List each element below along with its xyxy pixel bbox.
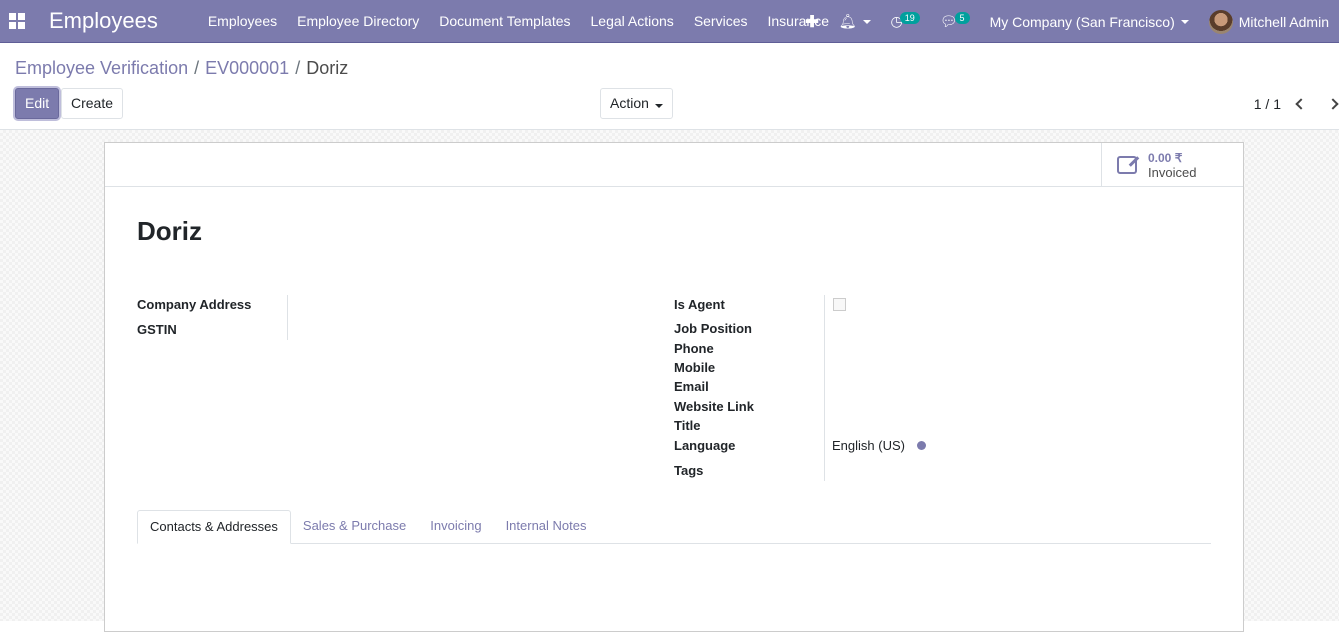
apps-menu-icon[interactable]: [9, 13, 25, 29]
pager-value[interactable]: 1 / 1: [1254, 96, 1281, 112]
record-name: Doriz: [137, 216, 202, 247]
action-dropdown[interactable]: Action: [600, 88, 673, 119]
bell-icon: 🔔︎: [839, 13, 857, 30]
chevron-down-icon: [1181, 20, 1189, 24]
invoiced-label: Invoiced: [1148, 165, 1196, 180]
chevron-down-icon: [863, 20, 871, 24]
mobile-label: Mobile: [674, 360, 715, 375]
menu-employees[interactable]: Employees: [198, 13, 287, 29]
avatar: [1209, 10, 1233, 34]
top-navbar: Employees Employees Employee Directory D…: [0, 0, 1339, 43]
notebook-tabs: Contacts & Addresses Sales & Purchase In…: [137, 510, 1211, 544]
form-sheet: 0.00 ₹Invoiced Doriz Company Address GST…: [104, 142, 1244, 632]
button-box: 0.00 ₹Invoiced: [105, 143, 1243, 187]
menu-employee-directory[interactable]: Employee Directory: [287, 13, 429, 29]
plus-icon: ✚: [805, 12, 818, 32]
chevron-left-icon[interactable]: [1295, 98, 1306, 109]
user-name: Mitchell Admin: [1239, 14, 1329, 30]
activities-button[interactable]: ◷19: [881, 13, 930, 30]
message-badge: 5: [955, 12, 970, 24]
menu-legal-actions[interactable]: Legal Actions: [581, 13, 684, 29]
company-address-label: Company Address: [137, 297, 251, 312]
chevron-down-icon: [655, 104, 663, 108]
email-label: Email: [674, 379, 709, 394]
globe-icon[interactable]: [917, 441, 926, 450]
user-menu[interactable]: Mitchell Admin: [1199, 10, 1339, 34]
activity-badge: 19: [900, 12, 920, 24]
breadcrumb-ev000001[interactable]: EV000001: [205, 58, 289, 78]
breadcrumb: Employee Verification / EV000001 / Doriz: [15, 58, 348, 79]
systray: ✚ 🔔︎ ◷19 💬︎5 My Company (San Francisco) …: [795, 0, 1339, 43]
phone-label: Phone: [674, 341, 714, 356]
app-title[interactable]: Employees: [49, 8, 158, 34]
is-agent-label: Is Agent: [674, 297, 725, 312]
job-position-label: Job Position: [674, 321, 752, 336]
language-value[interactable]: English (US): [832, 438, 905, 453]
company-name: My Company (San Francisco): [990, 14, 1175, 30]
menu-services[interactable]: Services: [684, 13, 758, 29]
pager: 1 / 1: [1254, 96, 1339, 112]
main-menu: Employees Employee Directory Document Te…: [198, 13, 839, 29]
language-label: Language: [674, 438, 735, 453]
breadcrumb-separator: /: [194, 58, 199, 78]
notifications-button[interactable]: 🔔︎: [829, 13, 881, 30]
invoiced-stat-button[interactable]: 0.00 ₹Invoiced: [1101, 143, 1243, 187]
breadcrumb-employee-verification[interactable]: Employee Verification: [15, 58, 188, 78]
control-panel: Employee Verification / EV000001 / Doriz Edi…: [0, 43, 1339, 130]
messages-button[interactable]: 💬︎5: [930, 13, 980, 30]
gstin-label: GSTIN: [137, 322, 177, 337]
breadcrumb-current: Doriz: [306, 58, 348, 78]
create-button[interactable]: Create: [61, 88, 123, 119]
company-switcher[interactable]: My Company (San Francisco): [980, 14, 1199, 30]
tab-sales-purchase[interactable]: Sales & Purchase: [291, 510, 418, 543]
tab-invoicing[interactable]: Invoicing: [418, 510, 493, 543]
chevron-right-icon[interactable]: [1327, 98, 1338, 109]
invoiced-value: 0.00 ₹: [1148, 151, 1196, 165]
is-agent-checkbox[interactable]: [833, 298, 846, 311]
action-label: Action: [610, 95, 649, 111]
title-label: Title: [674, 418, 701, 433]
field-divider: [824, 295, 825, 481]
breadcrumb-separator: /: [295, 58, 300, 78]
menu-document-templates[interactable]: Document Templates: [429, 13, 580, 29]
tab-contacts-addresses[interactable]: Contacts & Addresses: [137, 510, 291, 544]
quick-create-button[interactable]: ✚: [795, 12, 828, 32]
tab-internal-notes[interactable]: Internal Notes: [494, 510, 599, 543]
website-link-label: Website Link: [674, 399, 754, 414]
tags-label: Tags: [674, 463, 703, 478]
field-divider: [287, 295, 288, 340]
edit-button[interactable]: Edit: [15, 88, 59, 119]
edit-icon: [1117, 156, 1137, 174]
